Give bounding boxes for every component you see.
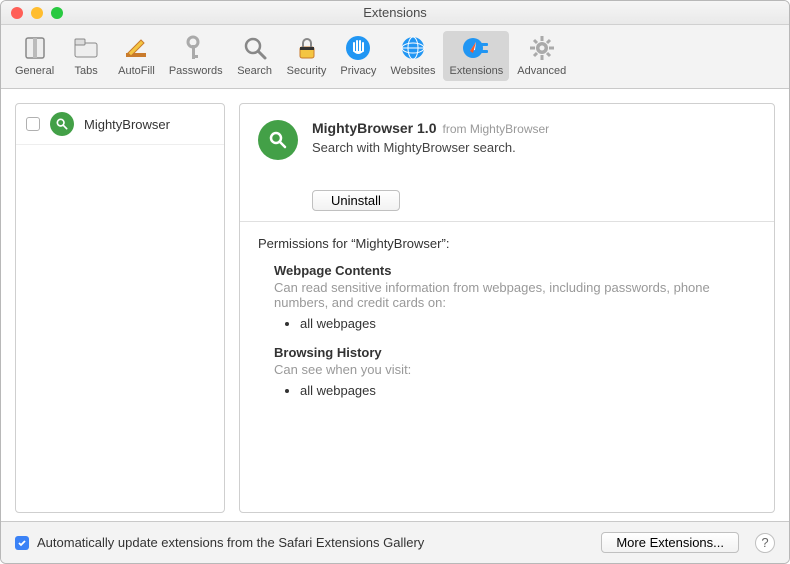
permissions-heading: Permissions for “MightyBrowser”: — [258, 236, 756, 251]
extension-title: MightyBrowser 1.0 — [312, 120, 436, 136]
tab-label: Websites — [390, 65, 435, 77]
key-icon — [181, 33, 211, 63]
content-area: MightyBrowser MightyBrowser 1.0 from Mig… — [1, 89, 789, 521]
details-header: MightyBrowser 1.0 from MightyBrowser Sea… — [240, 104, 774, 176]
permission-title: Webpage Contents — [274, 263, 756, 278]
tab-autofill[interactable]: AutoFill — [112, 31, 161, 81]
preferences-window: Extensions General Tabs AutoFill Passwor… — [0, 0, 790, 564]
tab-tabs[interactable]: Tabs — [62, 31, 110, 81]
permission-description: Can read sensitive information from webp… — [274, 280, 756, 310]
help-button[interactable]: ? — [755, 533, 775, 553]
footer: Automatically update extensions from the… — [1, 521, 789, 563]
tab-label: Security — [287, 65, 327, 77]
tab-extensions[interactable]: Extensions — [443, 31, 509, 81]
tab-label: Advanced — [517, 65, 566, 77]
auto-update-checkbox[interactable] — [15, 536, 29, 550]
tab-general[interactable]: General — [9, 31, 60, 81]
extension-icon — [50, 112, 74, 136]
window-title: Extensions — [1, 5, 789, 20]
lock-icon — [292, 33, 322, 63]
auto-update-label: Automatically update extensions from the… — [37, 535, 593, 550]
permission-browsing-history: Browsing History Can see when you visit:… — [258, 345, 756, 398]
permissions-section: Permissions for “MightyBrowser”: Webpage… — [240, 222, 774, 426]
tab-label: Passwords — [169, 65, 223, 77]
compass-icon — [461, 33, 491, 63]
tab-label: AutoFill — [118, 65, 155, 77]
permission-item: all webpages — [300, 383, 756, 398]
tab-label: Tabs — [75, 65, 98, 77]
extension-large-icon — [258, 120, 298, 160]
permission-webpage-contents: Webpage Contents Can read sensitive info… — [258, 263, 756, 331]
tabs-icon — [71, 33, 101, 63]
gear-icon — [527, 33, 557, 63]
hand-icon — [343, 33, 373, 63]
more-extensions-button[interactable]: More Extensions... — [601, 532, 739, 553]
extensions-sidebar: MightyBrowser — [15, 103, 225, 513]
extension-description: Search with MightyBrowser search. — [312, 140, 549, 155]
search-icon — [240, 33, 270, 63]
tab-websites[interactable]: Websites — [384, 31, 441, 81]
permission-item: all webpages — [300, 316, 756, 331]
tab-label: General — [15, 65, 54, 77]
autofill-icon — [121, 33, 151, 63]
extension-author: from MightyBrowser — [442, 122, 549, 136]
extension-name: MightyBrowser — [84, 117, 170, 132]
tab-advanced[interactable]: Advanced — [511, 31, 572, 81]
extension-details-panel: MightyBrowser 1.0 from MightyBrowser Sea… — [239, 103, 775, 513]
tab-label: Privacy — [340, 65, 376, 77]
extension-list-item[interactable]: MightyBrowser — [16, 104, 224, 145]
permission-description: Can see when you visit: — [274, 362, 756, 377]
uninstall-button[interactable]: Uninstall — [312, 190, 400, 211]
globe-icon — [398, 33, 428, 63]
general-icon — [20, 33, 50, 63]
tab-security[interactable]: Security — [281, 31, 333, 81]
extension-enable-checkbox[interactable] — [26, 117, 40, 131]
permission-title: Browsing History — [274, 345, 756, 360]
tab-passwords[interactable]: Passwords — [163, 31, 229, 81]
preferences-toolbar: General Tabs AutoFill Passwords Search — [1, 25, 789, 89]
tab-label: Extensions — [449, 65, 503, 77]
tab-search[interactable]: Search — [231, 31, 279, 81]
tab-label: Search — [237, 65, 272, 77]
titlebar: Extensions — [1, 1, 789, 25]
tab-privacy[interactable]: Privacy — [334, 31, 382, 81]
